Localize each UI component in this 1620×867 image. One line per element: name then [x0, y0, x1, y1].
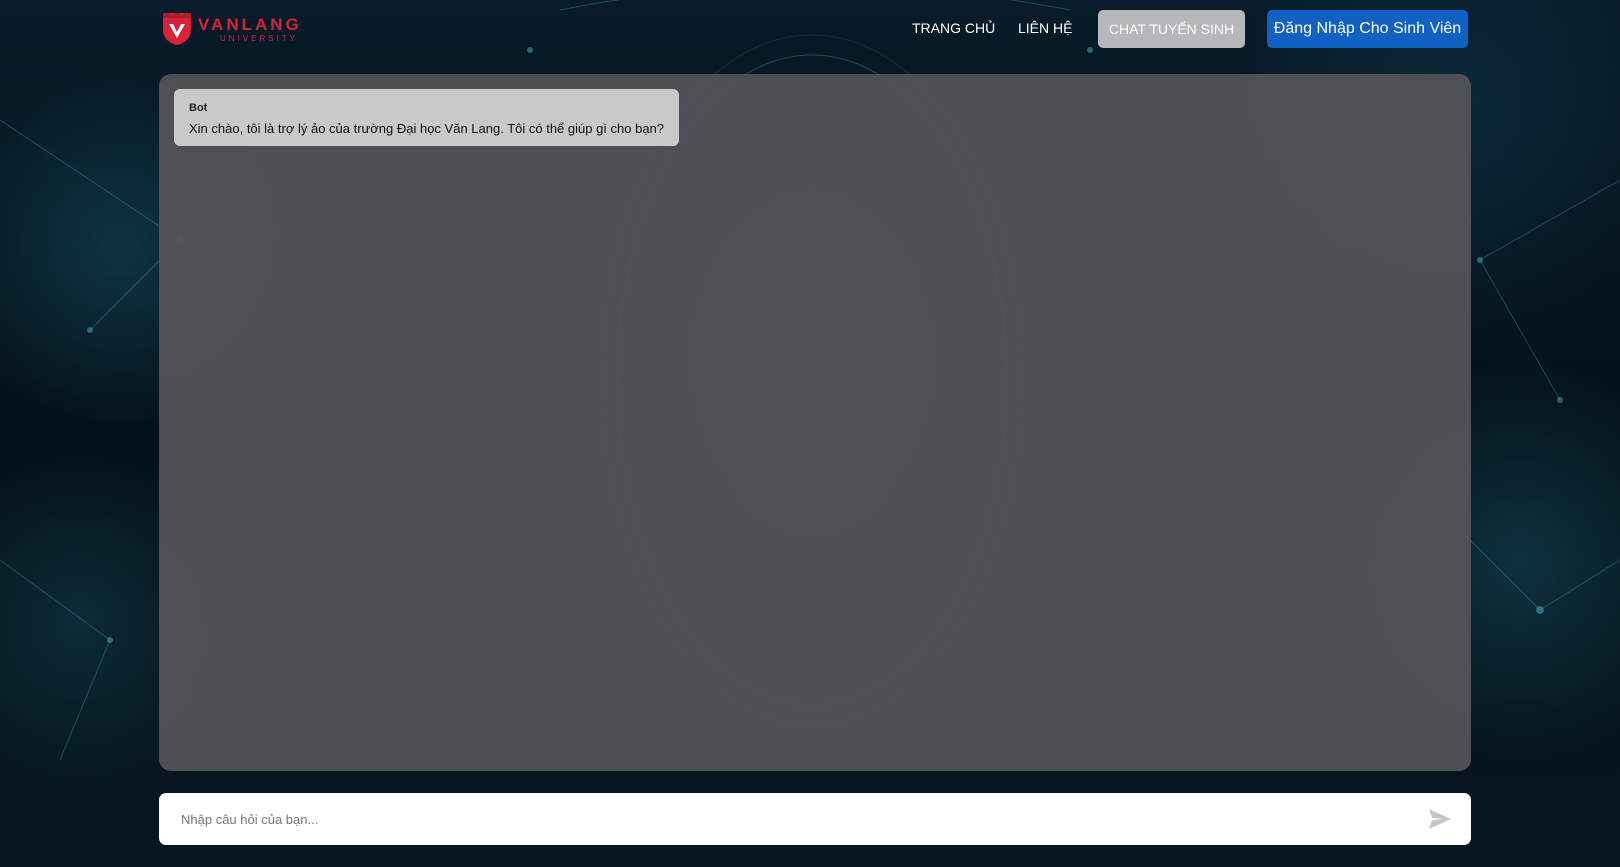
nav-home-link[interactable]: TRANG CHỦ	[912, 20, 995, 36]
nav-contact-link[interactable]: LIÊN HỆ	[1018, 20, 1072, 36]
brand-name: VANLANG	[198, 14, 302, 34]
question-input[interactable]	[181, 793, 1371, 845]
message-sender: Bot	[189, 102, 208, 114]
chat-messages-panel: Bot Xin chào, tôi là trợ lý ảo của trườn…	[159, 74, 1471, 771]
shield-logo-icon	[163, 13, 191, 45]
message-text: Xin chào, tôi là trợ lý ảo của trường Đạ…	[189, 121, 665, 136]
bot-message-bubble: Bot Xin chào, tôi là trợ lý ảo của trườn…	[174, 89, 680, 146]
top-navbar: VANLANG UNIVERSITY TRANG CHỦ LIÊN HỆ CHA…	[0, 0, 1620, 60]
chat-composer	[159, 793, 1471, 845]
send-button[interactable]	[1427, 807, 1453, 831]
chat-admissions-button[interactable]: CHAT TUYỂN SINH	[1098, 10, 1245, 48]
student-login-button[interactable]: Đăng Nhập Cho Sinh Viên	[1267, 10, 1468, 48]
brand-subtitle: UNIVERSITY	[220, 33, 299, 43]
vanlang-logo[interactable]: VANLANG UNIVERSITY	[162, 12, 302, 46]
send-icon	[1429, 809, 1451, 829]
